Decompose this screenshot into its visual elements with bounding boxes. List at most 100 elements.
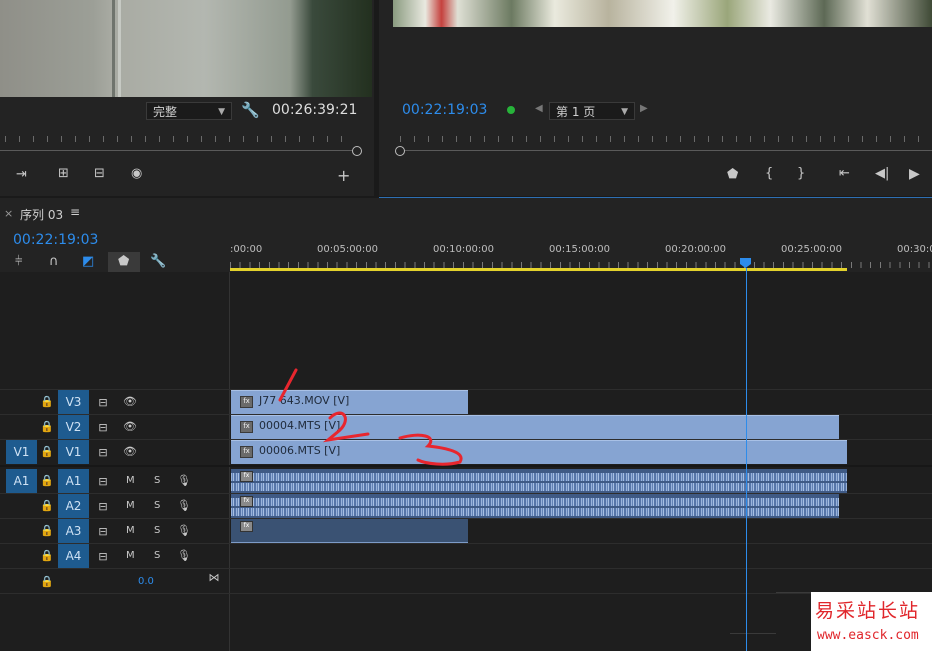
wrench-icon[interactable]: 🔧	[241, 101, 260, 119]
page-select-value: 第 1 页	[556, 105, 596, 119]
ruler-label: 00:30:0	[897, 244, 932, 255]
track-target-a4[interactable]: A4	[58, 544, 89, 568]
track-target-a3[interactable]: A3	[58, 519, 89, 543]
go-to-end-icon[interactable]: ⋈	[207, 571, 221, 584]
sync-lock-icon[interactable]: ⊟	[96, 550, 110, 563]
step-back-icon[interactable]: ◀|	[875, 166, 889, 181]
export-frame-icon[interactable]: ⊟	[94, 166, 105, 181]
source-monitor-video	[0, 0, 372, 97]
close-tab-icon[interactable]: ×	[4, 207, 13, 220]
track-target-v3[interactable]: V3	[58, 390, 89, 414]
prev-page-icon[interactable]: ◀	[535, 103, 543, 114]
microphone-icon[interactable]: 🎙	[177, 474, 191, 487]
page-select[interactable]: 第 1 页 ▼	[549, 102, 635, 120]
video-detail	[112, 0, 115, 97]
lock-icon[interactable]: 🔒	[40, 445, 54, 458]
watermark-url: www.easck.com	[817, 628, 919, 643]
track-target-a2[interactable]: A2	[58, 494, 89, 518]
watermark-title: 易采站长站	[815, 600, 921, 622]
ruler-label: 00:25:00:00	[781, 244, 843, 255]
source-ruler-ticks	[5, 136, 353, 142]
snap-nest-icon[interactable]: ⫩	[15, 254, 22, 269]
mark-out-icon[interactable]: }	[797, 166, 805, 181]
mark-in-icon[interactable]: {	[765, 166, 773, 181]
source-patch-v1[interactable]: V1	[6, 440, 37, 464]
lock-icon[interactable]: 🔒	[40, 420, 54, 433]
source-fit-select[interactable]: 完整 ▼	[146, 102, 232, 120]
master-volume[interactable]: 0.0	[138, 576, 154, 587]
track-target-v1[interactable]: V1	[58, 440, 89, 464]
go-to-in-icon[interactable]: ⇤	[839, 166, 850, 181]
microphone-icon[interactable]: 🎙	[177, 549, 191, 562]
overwrite-icon[interactable]: ⊞	[58, 166, 69, 181]
clip-a3[interactable]: fx	[231, 519, 468, 543]
fx-badge: fx	[240, 446, 253, 458]
track-separator	[0, 543, 932, 544]
chevron-down-icon: ▼	[218, 107, 225, 117]
clip-a1[interactable]: fx	[231, 469, 847, 493]
waveform	[231, 483, 847, 491]
waveform	[231, 498, 839, 506]
fx-badge: fx	[240, 471, 253, 482]
mute-button[interactable]: M	[126, 525, 135, 536]
lock-icon[interactable]: 🔒	[40, 549, 54, 562]
fx-badge: fx	[240, 396, 253, 408]
lock-icon[interactable]: 🔒	[40, 524, 54, 537]
program-scrub-bar[interactable]	[400, 150, 932, 151]
play-icon[interactable]: ▶	[909, 166, 920, 182]
waveform	[231, 473, 847, 481]
microphone-icon[interactable]: 🎙	[177, 524, 191, 537]
sync-lock-icon[interactable]: ⊟	[96, 525, 110, 538]
track-target-v2[interactable]: V2	[58, 415, 89, 439]
chevron-down-icon: ▼	[621, 107, 628, 117]
insert-icon[interactable]: ⇥	[16, 167, 27, 182]
mute-button[interactable]: M	[126, 475, 135, 486]
solo-button[interactable]: S	[154, 550, 160, 561]
source-patch-a1[interactable]: A1	[6, 469, 37, 493]
lock-icon[interactable]: 🔒	[40, 499, 54, 512]
clip-a2[interactable]: fx	[231, 494, 839, 518]
camera-icon[interactable]: ◉	[131, 166, 142, 181]
monitor-divider	[374, 0, 379, 196]
annotation-3	[398, 433, 463, 466]
marker-icon[interactable]: ⬟	[118, 254, 129, 269]
snap-magnet-icon[interactable]: ∩	[49, 254, 59, 269]
linked-selection-icon[interactable]: ◩	[82, 254, 94, 269]
sync-lock-icon[interactable]: ⊟	[96, 500, 110, 513]
source-out-handle[interactable]	[352, 146, 362, 156]
solo-button[interactable]: S	[154, 500, 160, 511]
solo-button[interactable]: S	[154, 525, 160, 536]
lock-icon[interactable]: 🔒	[40, 575, 54, 588]
mute-button[interactable]: M	[126, 500, 135, 511]
sync-lock-icon[interactable]: ⊟	[96, 446, 110, 459]
sync-lock-icon[interactable]: ⊟	[96, 421, 110, 434]
lock-icon[interactable]: 🔒	[40, 395, 54, 408]
mute-button[interactable]: M	[126, 550, 135, 561]
microphone-icon[interactable]: 🎙	[177, 499, 191, 512]
work-area-bar[interactable]	[230, 268, 847, 271]
fx-badge: fx	[240, 496, 253, 507]
fx-badge: fx	[240, 421, 253, 433]
sync-lock-icon[interactable]: ⊟	[96, 475, 110, 488]
wrench-icon[interactable]: 🔧	[150, 254, 166, 269]
source-scrub-bar[interactable]	[0, 150, 352, 151]
timeline-timecode[interactable]: 00:22:19:03	[13, 232, 98, 248]
sync-lock-icon[interactable]: ⊟	[96, 396, 110, 409]
track-target-a1[interactable]: A1	[58, 469, 89, 493]
solo-button[interactable]: S	[154, 475, 160, 486]
next-page-icon[interactable]: ▶	[640, 103, 648, 114]
add-button-icon[interactable]: +	[337, 166, 350, 185]
sequence-tab[interactable]: 序列 03	[20, 206, 63, 223]
marker-icon[interactable]: ⬟	[727, 167, 738, 182]
track-separator	[730, 633, 776, 634]
lock-icon[interactable]: 🔒	[40, 474, 54, 487]
program-in-handle[interactable]	[395, 146, 405, 156]
program-monitor-video	[393, 0, 932, 27]
eye-icon[interactable]: 👁	[123, 395, 137, 408]
annotation-overlay	[278, 368, 463, 466]
track-separator	[0, 568, 932, 569]
ruler-label: 00:10:00:00	[433, 244, 495, 255]
tab-menu-icon[interactable]: ≡	[70, 205, 80, 219]
eye-icon[interactable]: 👁	[123, 420, 137, 433]
eye-icon[interactable]: 👁	[123, 445, 137, 458]
